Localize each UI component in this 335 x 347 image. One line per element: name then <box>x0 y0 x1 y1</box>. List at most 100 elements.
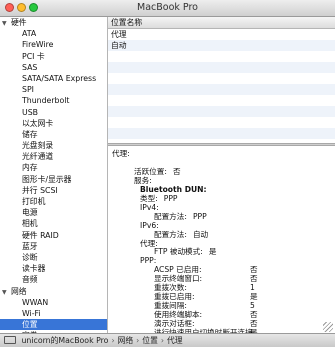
sidebar-item[interactable]: Thunderbolt <box>0 95 107 106</box>
sidebar-item[interactable]: SPI <box>0 84 107 95</box>
empty-list-row <box>108 51 335 62</box>
sidebar-item[interactable]: 电源 <box>0 207 107 218</box>
breadcrumb-item[interactable]: 位置 <box>142 336 158 345</box>
location-detail-pane: 代理: 活跃位置: 否服务: Bluetooth DUN: 类型: PPP IPv4: 配置方… <box>108 146 335 333</box>
empty-list-row <box>108 84 335 95</box>
detail-label: Bluetooth DUN: <box>140 184 207 194</box>
sidebar-item[interactable]: PCI 卡 <box>0 51 107 62</box>
sidebar-item[interactable]: 读卡器 <box>0 263 107 274</box>
sidebar-item-label: WWAN <box>22 297 49 307</box>
detail-label: 配置方法: <box>154 229 187 239</box>
sidebar-item-label: Wi-Fi <box>22 308 41 318</box>
empty-list-row <box>108 128 335 139</box>
category-sidebar[interactable]: ▼ 硬件 ATA FireWire PCI 卡 SAS SATA/SATA Express S… <box>0 17 108 333</box>
system-information-window: MacBook Pro ▼ 硬件 ATA FireWire PCI 卡 SAS SATA/S… <box>0 0 335 347</box>
sidebar-item[interactable]: SATA/SATA Express <box>0 73 107 84</box>
disclosure-triangle-icon[interactable]: ▼ <box>2 18 11 29</box>
window-title: MacBook Pro <box>137 2 198 13</box>
sidebar-item[interactable]: 以太网卡 <box>0 118 107 129</box>
sidebar-item[interactable]: USB <box>0 107 107 118</box>
sidebar-item[interactable]: 诊断 <box>0 252 107 263</box>
sidebar-item-label: 网络 <box>11 286 27 296</box>
locations-list[interactable]: 位置名称 代理 自动 <box>108 17 335 143</box>
sidebar-item-label: 内存 <box>22 163 38 173</box>
sidebar-item[interactable]: ATA <box>0 28 107 39</box>
sidebar-group[interactable]: ▼ 硬件 <box>0 17 107 28</box>
empty-list-row <box>108 62 335 73</box>
detail-value: 否 <box>250 319 258 329</box>
sidebar-item[interactable]: 储存 <box>0 129 107 140</box>
sidebar-item[interactable]: 打印机 <box>0 196 107 207</box>
sidebar-item[interactable]: FireWire <box>0 39 107 50</box>
breadcrumb-item[interactable]: 网络 <box>118 336 134 345</box>
detail-label: IPv6: <box>140 220 159 230</box>
detail-value: 否 <box>250 310 258 320</box>
breadcrumb-item[interactable]: unicorn的MacBook Pro <box>21 336 108 345</box>
empty-list-row <box>108 106 335 117</box>
sidebar-item-label: 打印机 <box>22 197 46 206</box>
sidebar-item[interactable]: 相机 <box>0 218 107 229</box>
detail-value: 否 <box>250 274 258 284</box>
breadcrumb-separator: › <box>136 336 140 345</box>
sidebar-item-label: SPI <box>22 85 34 95</box>
sidebar-item-label: 硬件 <box>11 18 27 27</box>
column-header-location-name[interactable]: 位置名称 <box>108 17 335 29</box>
sidebar-item[interactable]: 光纤通道 <box>0 151 107 162</box>
sidebar-item-label: 光纤通道 <box>22 152 54 162</box>
laptop-icon <box>4 336 16 344</box>
path-bar: unicorn的MacBook Pro › 网络 › 位置 › 代理 <box>0 333 335 347</box>
sidebar-item-label: Thunderbolt <box>22 96 70 106</box>
sidebar-item-label: 硬件 RAID <box>22 230 59 240</box>
sidebar-item-label: 相机 <box>22 219 38 229</box>
sidebar-item-label: 储存 <box>22 129 38 139</box>
sidebar-item[interactable]: 内存 <box>0 162 107 173</box>
resize-grip-icon[interactable] <box>323 322 333 332</box>
disclosure-triangle-icon[interactable]: ▼ <box>2 287 11 298</box>
sidebar-item[interactable]: 音频 <box>0 274 107 285</box>
sidebar-item-label: 蓝牙 <box>22 241 38 251</box>
sidebar-item-label: 并行 SCSI <box>22 185 58 195</box>
sidebar-item-label: FireWire <box>22 40 54 50</box>
sidebar-item-label: 以太网卡 <box>22 118 54 128</box>
sidebar-item-label: 诊断 <box>22 252 38 262</box>
detail-label: 重拨间隔: <box>154 301 187 311</box>
sidebar-item-label: 位置 <box>22 320 38 330</box>
location-row[interactable]: 自动 <box>108 40 335 51</box>
sidebar-item[interactable]: WWAN <box>0 297 107 308</box>
sidebar-item-label: 电源 <box>22 208 38 218</box>
location-row[interactable]: 代理 <box>108 29 335 40</box>
title-bar: MacBook Pro <box>0 0 335 17</box>
sidebar-item[interactable]: 硬件 RAID <box>0 230 107 241</box>
detail-label: 重拨已启用: <box>154 292 195 302</box>
breadcrumb-item[interactable]: 代理 <box>167 336 183 345</box>
breadcrumb-separator: › <box>160 336 165 345</box>
sidebar-item[interactable]: Wi-Fi <box>0 308 107 319</box>
sidebar-item[interactable]: 位置 <box>0 319 107 331</box>
sidebar-group[interactable]: ▼ 网络 <box>0 286 107 297</box>
detail-value: 否 <box>250 265 258 275</box>
sidebar-item[interactable]: 蓝牙 <box>0 241 107 252</box>
sidebar-item[interactable]: SAS <box>0 62 107 73</box>
detail-value: 5 <box>250 301 255 311</box>
sidebar-item-label: 读卡器 <box>22 264 46 274</box>
empty-list-row <box>108 95 335 106</box>
detail-label: FTP 被动模式: <box>154 247 203 257</box>
sidebar-item-label: ATA <box>22 29 37 39</box>
detail-label: 类型: <box>140 193 158 203</box>
sidebar-item-label: 光盘刻录 <box>22 141 54 151</box>
sidebar-item-label: SAS <box>22 62 38 72</box>
detail-value: 1 <box>250 283 255 293</box>
sidebar-item[interactable]: 图形卡/显示器 <box>0 174 107 185</box>
detail-label: ACSP 已启用: <box>154 265 202 275</box>
sidebar-item[interactable]: 并行 SCSI <box>0 185 107 196</box>
detail-label: 活跃位置: <box>134 166 167 176</box>
sidebar-item-label: SATA/SATA Express <box>22 73 97 83</box>
detail-label: 重拨次数: <box>154 283 187 293</box>
detail-value: PPP <box>163 193 178 203</box>
sidebar-item-label: 音频 <box>22 275 38 285</box>
detail-label: 使用终端脚本: <box>154 310 203 320</box>
sidebar-item[interactable]: 光盘刻录 <box>0 140 107 151</box>
breadcrumb-separator: › <box>111 336 115 345</box>
detail-label: 代理: <box>112 149 130 158</box>
sidebar-item-label: USB <box>22 107 39 117</box>
